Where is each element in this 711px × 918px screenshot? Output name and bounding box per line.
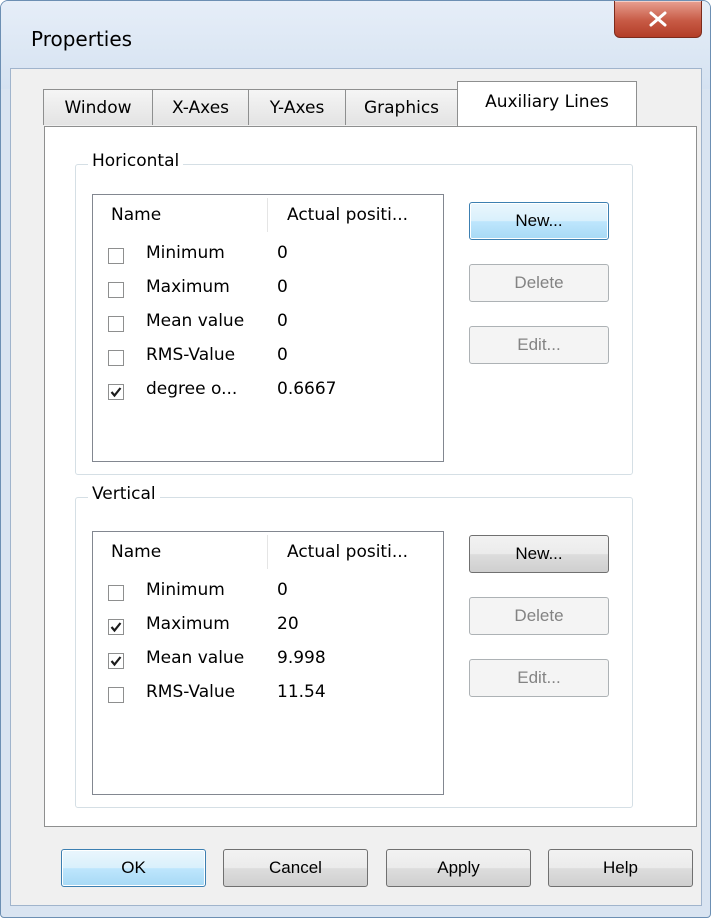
- vertical-list-header: Name Actual positi...: [93, 532, 443, 572]
- list-item-name: RMS-Value: [146, 682, 236, 702]
- horizontal-listbox[interactable]: Name Actual positi... Minimum 0 Maximum 0 Me…: [92, 194, 444, 462]
- checkmark-icon: [110, 387, 122, 398]
- list-item-name: Maximum: [146, 277, 230, 297]
- list-item[interactable]: RMS-Value 0: [93, 345, 443, 375]
- list-item-position: 11.54: [277, 682, 326, 702]
- list-item-position: 9.998: [277, 648, 326, 668]
- column-header-position[interactable]: Actual positi...: [287, 205, 408, 225]
- list-item-position: 0: [277, 277, 288, 297]
- checkbox[interactable]: [108, 384, 124, 400]
- list-item-name: degree o...: [146, 379, 238, 399]
- list-item[interactable]: Minimum 0: [93, 243, 443, 273]
- list-item-name: RMS-Value: [146, 345, 236, 365]
- vertical-group: Vertical Name Actual positi... Minimum 0 M…: [75, 484, 633, 808]
- close-button[interactable]: [614, 1, 702, 38]
- list-item[interactable]: Maximum 0: [93, 277, 443, 307]
- list-item-name: Maximum: [146, 614, 230, 634]
- horizontal-delete-button[interactable]: Delete: [469, 264, 609, 302]
- checkbox[interactable]: [108, 282, 124, 298]
- vertical-delete-button[interactable]: Delete: [469, 597, 609, 635]
- tab-window[interactable]: Window: [43, 89, 153, 125]
- list-item[interactable]: Mean value 0: [93, 311, 443, 341]
- checkmark-icon: [110, 622, 122, 633]
- list-item-position: 0: [277, 243, 288, 263]
- tab-x-axes[interactable]: X-Axes: [152, 89, 249, 125]
- list-item-position: 0: [277, 580, 288, 600]
- horizontal-group: Horicontal Name Actual positi... Minimum…: [75, 151, 633, 475]
- list-item[interactable]: degree o... 0.6667: [93, 379, 443, 409]
- list-item[interactable]: Minimum 0: [93, 580, 443, 610]
- column-separator[interactable]: [267, 198, 268, 232]
- horizontal-new-button[interactable]: New...: [469, 202, 609, 240]
- checkbox[interactable]: [108, 585, 124, 601]
- checkbox[interactable]: [108, 350, 124, 366]
- column-header-name[interactable]: Name: [111, 542, 161, 562]
- list-item[interactable]: Maximum 20: [93, 614, 443, 644]
- list-item-name: Minimum: [146, 580, 225, 600]
- list-item-name: Mean value: [146, 311, 245, 331]
- list-item-name: Mean value: [146, 648, 245, 668]
- list-item[interactable]: Mean value 9.998: [93, 648, 443, 678]
- list-item-position: 20: [277, 614, 299, 634]
- apply-button[interactable]: Apply: [386, 849, 531, 887]
- close-icon: [649, 11, 667, 27]
- column-separator[interactable]: [267, 535, 268, 569]
- checkbox[interactable]: [108, 653, 124, 669]
- vertical-edit-button[interactable]: Edit...: [469, 659, 609, 697]
- window-title: Properties: [31, 27, 133, 51]
- vertical-new-button[interactable]: New...: [469, 535, 609, 573]
- tab-y-axes[interactable]: Y-Axes: [248, 89, 346, 125]
- properties-dialog: Properties Window X-Axes Y-Axes Graphics…: [0, 0, 711, 918]
- tab-auxiliary-lines[interactable]: Auxiliary Lines: [457, 81, 637, 126]
- help-button[interactable]: Help: [548, 849, 693, 887]
- checkmark-icon: [110, 656, 122, 667]
- tab-panel: Horicontal Name Actual positi... Minimum…: [44, 126, 697, 827]
- column-header-position[interactable]: Actual positi...: [287, 542, 408, 562]
- horizontal-list-header: Name Actual positi...: [93, 195, 443, 235]
- list-item-position: 0: [277, 345, 288, 365]
- checkbox[interactable]: [108, 316, 124, 332]
- checkbox[interactable]: [108, 248, 124, 264]
- column-header-name[interactable]: Name: [111, 205, 161, 225]
- list-item-name: Minimum: [146, 243, 225, 263]
- cancel-button[interactable]: Cancel: [223, 849, 368, 887]
- vertical-group-label: Vertical: [88, 484, 160, 504]
- horizontal-edit-button[interactable]: Edit...: [469, 326, 609, 364]
- checkbox[interactable]: [108, 619, 124, 635]
- ok-button[interactable]: OK: [61, 849, 206, 887]
- list-item[interactable]: RMS-Value 11.54: [93, 682, 443, 712]
- checkbox[interactable]: [108, 687, 124, 703]
- vertical-listbox[interactable]: Name Actual positi... Minimum 0 Maximum 20 M…: [92, 531, 444, 795]
- list-item-position: 0: [277, 311, 288, 331]
- tab-graphics[interactable]: Graphics: [345, 89, 458, 125]
- horizontal-group-label: Horicontal: [88, 151, 184, 171]
- list-item-position: 0.6667: [277, 379, 337, 399]
